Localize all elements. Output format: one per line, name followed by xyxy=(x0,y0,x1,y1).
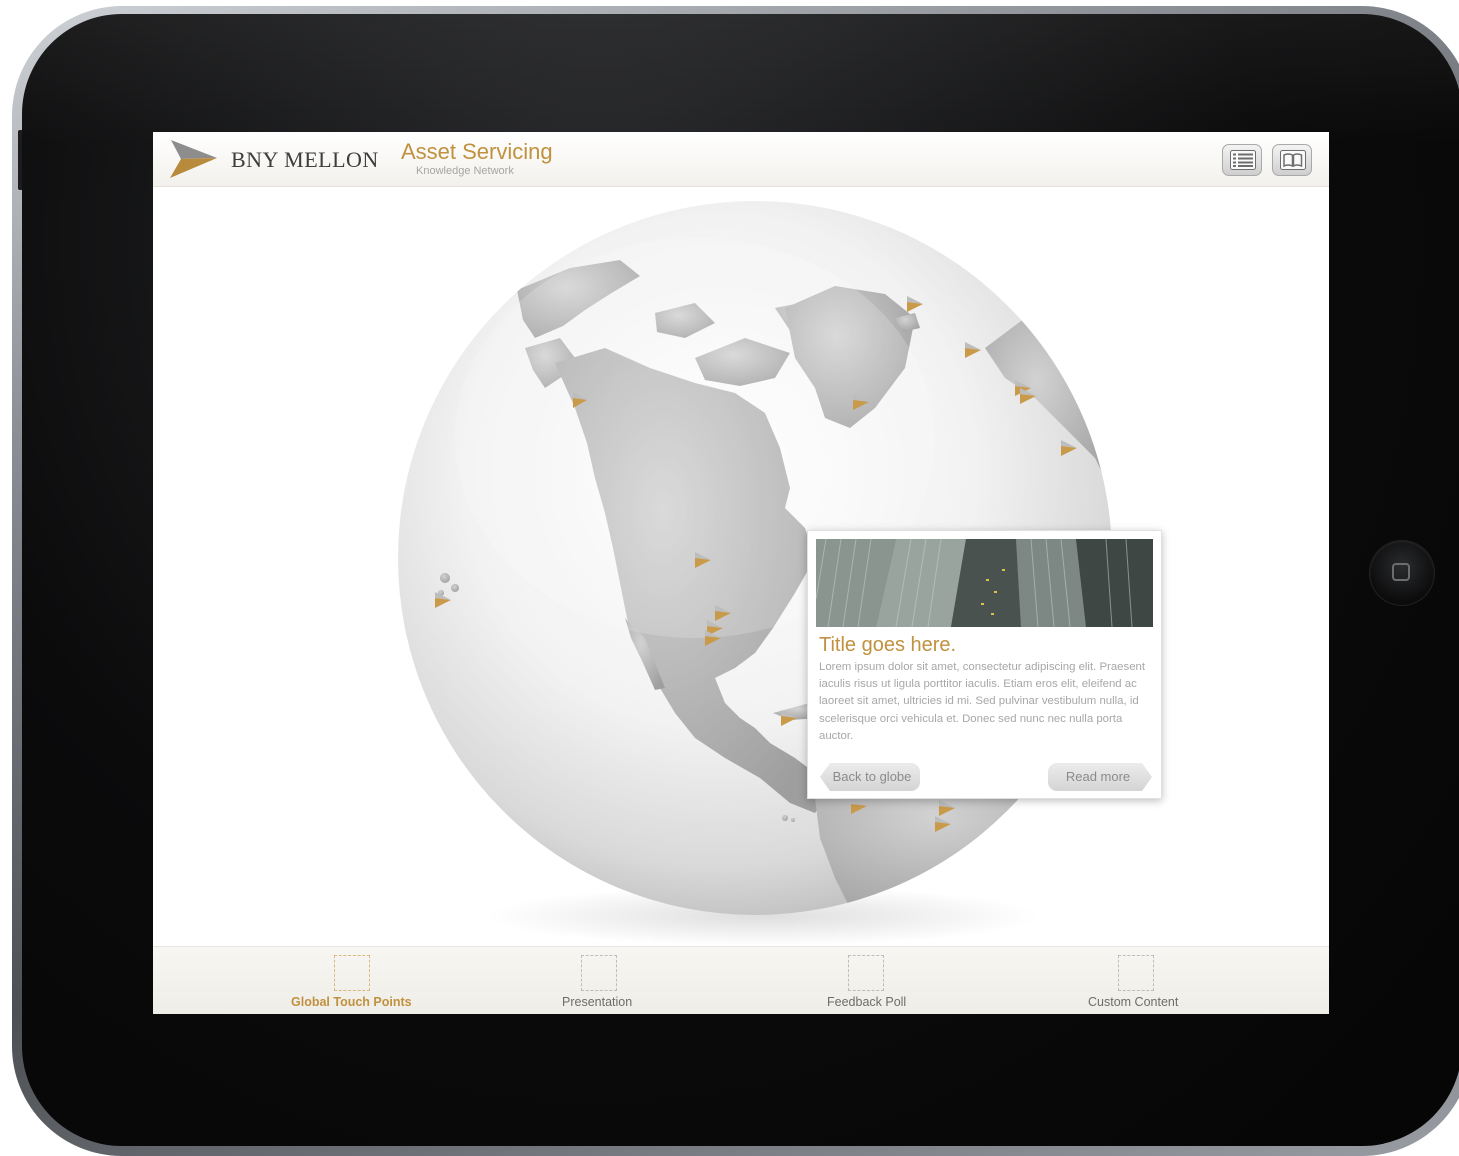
read-more-button[interactable]: Read more xyxy=(1048,763,1152,791)
tab-label: Custom Content xyxy=(1088,995,1179,1009)
globe-view[interactable]: Title goes here. Lorem ipsum dolor sit a… xyxy=(153,186,1329,946)
popup-body: Lorem ipsum dolor sit amet, consectetur … xyxy=(819,661,1146,742)
tab-presentation[interactable]: Presentation xyxy=(499,947,699,1014)
bny-mellon-logo-icon xyxy=(170,140,217,178)
book-icon xyxy=(1280,150,1306,170)
placeholder-icon xyxy=(581,955,617,991)
back-to-globe-button[interactable]: Back to globe xyxy=(820,763,920,791)
brand-name: BNY MELLON xyxy=(231,147,379,172)
tab-label: Feedback Poll xyxy=(827,995,907,1009)
placeholder-icon xyxy=(848,955,884,991)
app-header: BNY MELLON Asset Servicing Knowledge Net… xyxy=(153,132,1329,187)
library-button[interactable] xyxy=(1272,144,1312,176)
home-square-icon xyxy=(1392,563,1410,581)
tab-global-touch-points[interactable]: Global Touch Points xyxy=(253,947,453,1014)
bottom-tab-bar: Global Touch Points Presentation Feedbac… xyxy=(153,946,1329,1014)
product-name: Asset Servicing xyxy=(401,139,553,164)
popup-title: Title goes here. xyxy=(819,634,957,656)
list-view-button[interactable] xyxy=(1222,144,1262,176)
tab-label: Presentation xyxy=(562,995,633,1009)
tab-custom-content[interactable]: Custom Content xyxy=(1037,947,1237,1014)
list-icon xyxy=(1230,150,1256,170)
placeholder-icon xyxy=(1118,955,1154,991)
city-photo-image xyxy=(816,539,1153,627)
home-button[interactable] xyxy=(1370,541,1434,605)
location-popup: Title goes here. Lorem ipsum dolor sit a… xyxy=(807,530,1162,799)
city-photo xyxy=(816,539,1153,627)
app-screen: BNY MELLON Asset Servicing Knowledge Net… xyxy=(153,132,1329,1014)
placeholder-icon xyxy=(334,955,370,991)
tab-label: Global Touch Points xyxy=(291,995,412,1009)
product-subtitle: Knowledge Network xyxy=(416,165,514,177)
tab-feedback-poll[interactable]: Feedback Poll xyxy=(766,947,966,1014)
